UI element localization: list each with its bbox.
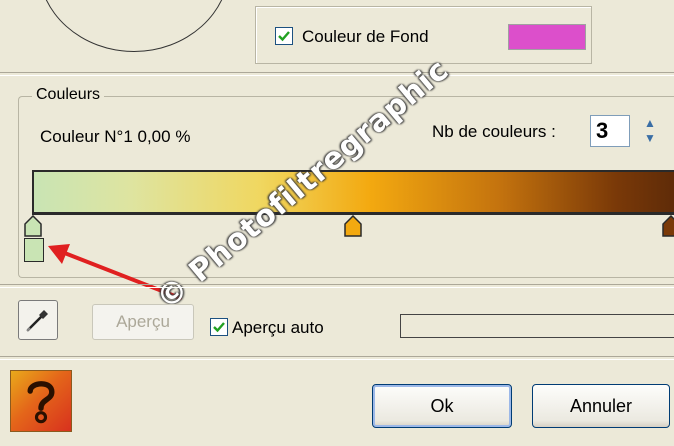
colors-group-label: Couleurs xyxy=(32,86,105,104)
background-color-label: Couleur de Fond xyxy=(302,27,429,46)
auto-preview-checkbox[interactable] xyxy=(210,318,228,336)
eyedropper-icon xyxy=(26,310,48,332)
background-color-swatch[interactable] xyxy=(508,24,586,50)
gradient-bar[interactable] xyxy=(32,170,674,214)
preview-button[interactable]: Aperçu xyxy=(92,304,194,340)
color-stop-1-marker[interactable] xyxy=(24,215,42,237)
progress-bar xyxy=(400,314,674,338)
shape-preview-outline xyxy=(38,0,230,52)
color-count-spinner[interactable]: ▲ ▼ xyxy=(636,115,664,147)
background-color-checkbox[interactable] xyxy=(275,27,293,45)
help-button[interactable] xyxy=(10,370,72,432)
eyedropper-button[interactable] xyxy=(18,300,58,340)
checkmark-icon xyxy=(278,31,290,42)
checkmark-icon xyxy=(213,322,225,333)
cancel-button[interactable]: Annuler xyxy=(532,384,670,428)
spin-down-icon[interactable]: ▼ xyxy=(636,130,664,145)
color-count-label: Nb de couleurs : xyxy=(432,122,556,141)
spin-up-icon[interactable]: ▲ xyxy=(636,115,664,130)
separator xyxy=(0,356,674,360)
color-stop-3-marker[interactable] xyxy=(662,215,674,237)
annotation-arrow-icon xyxy=(48,244,182,300)
question-mark-icon xyxy=(27,381,55,424)
separator xyxy=(0,72,674,76)
current-color-label: Couleur N°1 0,00 % xyxy=(40,127,191,146)
auto-preview-label: Aperçu auto xyxy=(232,318,324,337)
color-count-input[interactable]: 3 xyxy=(590,115,630,147)
ok-button[interactable]: Ok xyxy=(372,384,512,428)
color-stop-2-marker[interactable] xyxy=(344,215,362,237)
separator xyxy=(0,284,674,288)
